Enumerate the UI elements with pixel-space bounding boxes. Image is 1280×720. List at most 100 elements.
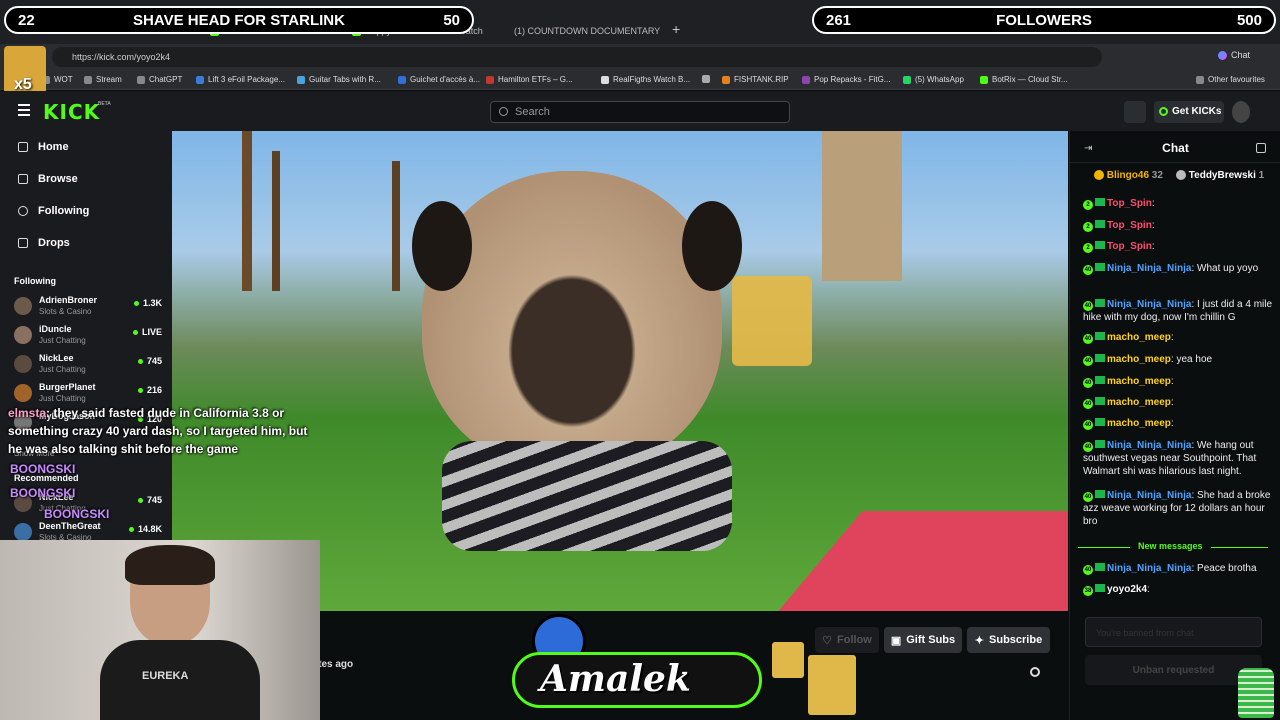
heart-icon: ♡ bbox=[822, 634, 833, 647]
pug-ear bbox=[412, 201, 472, 291]
chat-username[interactable]: macho_meep bbox=[1107, 376, 1171, 387]
share-icon[interactable] bbox=[1030, 667, 1040, 677]
chat-username[interactable]: Ninja_Ninja_Ninja bbox=[1107, 490, 1191, 501]
palm-tree bbox=[272, 151, 280, 291]
bookmark-item[interactable]: Other favourites bbox=[1196, 75, 1265, 84]
kick-logo[interactable]: KICK bbox=[43, 100, 100, 124]
chat-text: : Peace brotha bbox=[1191, 563, 1257, 575]
address-input[interactable]: https://kick.com/yoyo2k4 bbox=[52, 47, 1102, 67]
overlay-user: BOONGSKI bbox=[44, 507, 110, 521]
folder-icon bbox=[1196, 75, 1204, 84]
pinned-gifter[interactable]: TeddyBrewski 1 bbox=[1176, 170, 1280, 181]
chat-username[interactable]: Ninja_Ninja_Ninja bbox=[1107, 440, 1191, 451]
chat-settings-icon[interactable] bbox=[1256, 143, 1266, 153]
globe-icon bbox=[702, 75, 710, 83]
following-heading: Following bbox=[14, 276, 56, 286]
bookmark-item[interactable]: Pop Repacks - FitG... bbox=[802, 75, 890, 84]
palm-tree bbox=[392, 161, 400, 291]
layout-icon[interactable] bbox=[1124, 101, 1146, 123]
kicks-icon bbox=[1159, 107, 1168, 116]
nav-following[interactable]: Following bbox=[18, 205, 89, 217]
badge-icon: 40 bbox=[1083, 562, 1107, 575]
chat-username[interactable]: macho_meep bbox=[1107, 332, 1171, 343]
bookmark-item[interactable]: FISHTANK.RIP bbox=[722, 75, 789, 84]
bookmark-item[interactable]: RealFigths Watch B... bbox=[601, 75, 690, 84]
star-icon: ✦ bbox=[974, 634, 985, 647]
chat-text: : What up yoyo bbox=[1191, 263, 1259, 275]
badge-icon: 2 bbox=[1083, 197, 1107, 210]
bookmark-icon bbox=[398, 75, 406, 84]
video-player[interactable] bbox=[172, 131, 1068, 611]
sidebar-channel[interactable]: iDuncle Just Chatting LIVE bbox=[14, 323, 164, 349]
channel-logo-overlay: Amalek bbox=[512, 612, 772, 716]
chat-username[interactable]: yoyo2k4 bbox=[1107, 584, 1147, 595]
whatsapp-icon bbox=[903, 75, 911, 84]
menu-icon[interactable] bbox=[18, 104, 30, 116]
search-icon bbox=[499, 107, 508, 116]
goal-bar-followers: 261 FOLLOWERS 500 bbox=[812, 6, 1276, 34]
overlay-chat-message: elmsta: they said fasted dude in Califor… bbox=[8, 406, 308, 456]
bookmark-item[interactable]: WOT bbox=[42, 75, 73, 84]
search-input[interactable]: Search bbox=[490, 101, 790, 123]
bookmark-item[interactable]: Guitar Tabs with R... bbox=[297, 75, 381, 84]
bookmark-icon bbox=[196, 75, 204, 84]
bookmark-item[interactable]: Lift 3 eFoil Package... bbox=[196, 75, 285, 84]
subscribe-button[interactable]: ✦ Subscribe bbox=[967, 627, 1050, 653]
chat-username[interactable]: Top_Spin bbox=[1107, 241, 1152, 252]
chat-message: 2 Top_Spin: bbox=[1083, 219, 1273, 232]
get-kicks-button[interactable]: Get KICKs bbox=[1154, 101, 1224, 123]
home-icon bbox=[18, 142, 28, 152]
avatar[interactable] bbox=[1232, 101, 1250, 123]
badge-icon: 40 bbox=[1083, 439, 1107, 452]
chat-username[interactable]: macho_meep bbox=[1107, 418, 1171, 429]
sidebar-channel[interactable]: NickLee Just Chatting 745 bbox=[14, 352, 164, 378]
streamer-shirt: EUREKA bbox=[100, 640, 260, 720]
chat-panel: ⇥ Chat Blingo46 32 TeddyBrewski 1 2 Top_S… bbox=[1069, 131, 1280, 720]
nav-browse[interactable]: Browse bbox=[18, 173, 78, 185]
folder-icon bbox=[84, 75, 92, 84]
avatar bbox=[14, 326, 32, 344]
chat-username[interactable]: Top_Spin bbox=[1107, 198, 1152, 209]
overlay-user: BOONGSKI bbox=[10, 462, 76, 476]
overlay-user: BOONGSKI bbox=[10, 486, 76, 500]
new-tab-icon[interactable]: + bbox=[672, 21, 680, 37]
chat-username[interactable]: Ninja_Ninja_Ninja bbox=[1107, 263, 1191, 274]
bookmark-item[interactable]: (5) WhatsApp bbox=[903, 75, 964, 84]
sidebar-channel[interactable]: AdrienBroner Slots & Casino 1.3K bbox=[14, 294, 164, 320]
nav-drops[interactable]: Drops bbox=[18, 237, 70, 249]
follow-button[interactable]: ♡ Follow bbox=[815, 627, 879, 653]
bookmark-icon bbox=[980, 75, 988, 84]
badge-icon: 38 bbox=[1083, 583, 1107, 596]
chat-username[interactable]: Ninja_Ninja_Ninja bbox=[1107, 299, 1191, 310]
drops-icon bbox=[18, 238, 28, 248]
bookmark-item[interactable] bbox=[702, 75, 710, 83]
bookmark-item[interactable]: BotRix — Cloud Str... bbox=[980, 75, 1068, 84]
tab-countdown[interactable]: (1) COUNTDOWN DOCUMENTARY bbox=[510, 22, 660, 40]
chat-text: : bbox=[1170, 376, 1174, 388]
beta-label: BETA bbox=[98, 101, 111, 107]
pinned-gifter[interactable]: Blingo46 32 bbox=[1094, 170, 1163, 181]
bookmark-icon bbox=[722, 75, 730, 84]
chat-username[interactable]: macho_meep bbox=[1107, 397, 1171, 408]
chat-username[interactable]: macho_meep bbox=[1107, 354, 1171, 365]
chat-message: 40 macho_meep: bbox=[1083, 331, 1273, 344]
chat-text: : bbox=[1170, 418, 1174, 430]
chat-message: 40 macho_meep: bbox=[1083, 375, 1273, 388]
chat-message: 40 Ninja_Ninja_Ninja: We hang out southwe… bbox=[1083, 439, 1273, 478]
kick-header: KICK BETA Search Get KICKs bbox=[0, 91, 1280, 131]
chat-username[interactable]: Top_Spin bbox=[1107, 220, 1152, 231]
chat-username[interactable]: Ninja_Ninja_Ninja bbox=[1107, 563, 1191, 574]
badge-icon: 40 bbox=[1083, 331, 1107, 344]
chat-message: 40 macho_meep: yea hoe bbox=[1083, 353, 1273, 366]
bookmark-item[interactable]: Guichet d'accès à... bbox=[398, 75, 480, 84]
chat-input[interactable]: You're banned from chat bbox=[1085, 617, 1262, 647]
chat-message: 38 yoyo2k4: bbox=[1083, 583, 1273, 596]
gift-subs-button[interactable]: ▣ Gift Subs bbox=[884, 627, 962, 653]
chat-text: : bbox=[1170, 332, 1174, 344]
nav-home[interactable]: Home bbox=[18, 141, 69, 153]
bookmark-item[interactable]: Stream bbox=[84, 75, 122, 84]
chat-message: 2 Top_Spin: bbox=[1083, 240, 1273, 253]
copilot-chat-button[interactable]: Chat bbox=[1218, 50, 1268, 64]
bookmark-item[interactable]: Hamilton ETFs – G... bbox=[486, 75, 573, 84]
bookmark-item[interactable]: ChatGPT bbox=[137, 75, 182, 84]
